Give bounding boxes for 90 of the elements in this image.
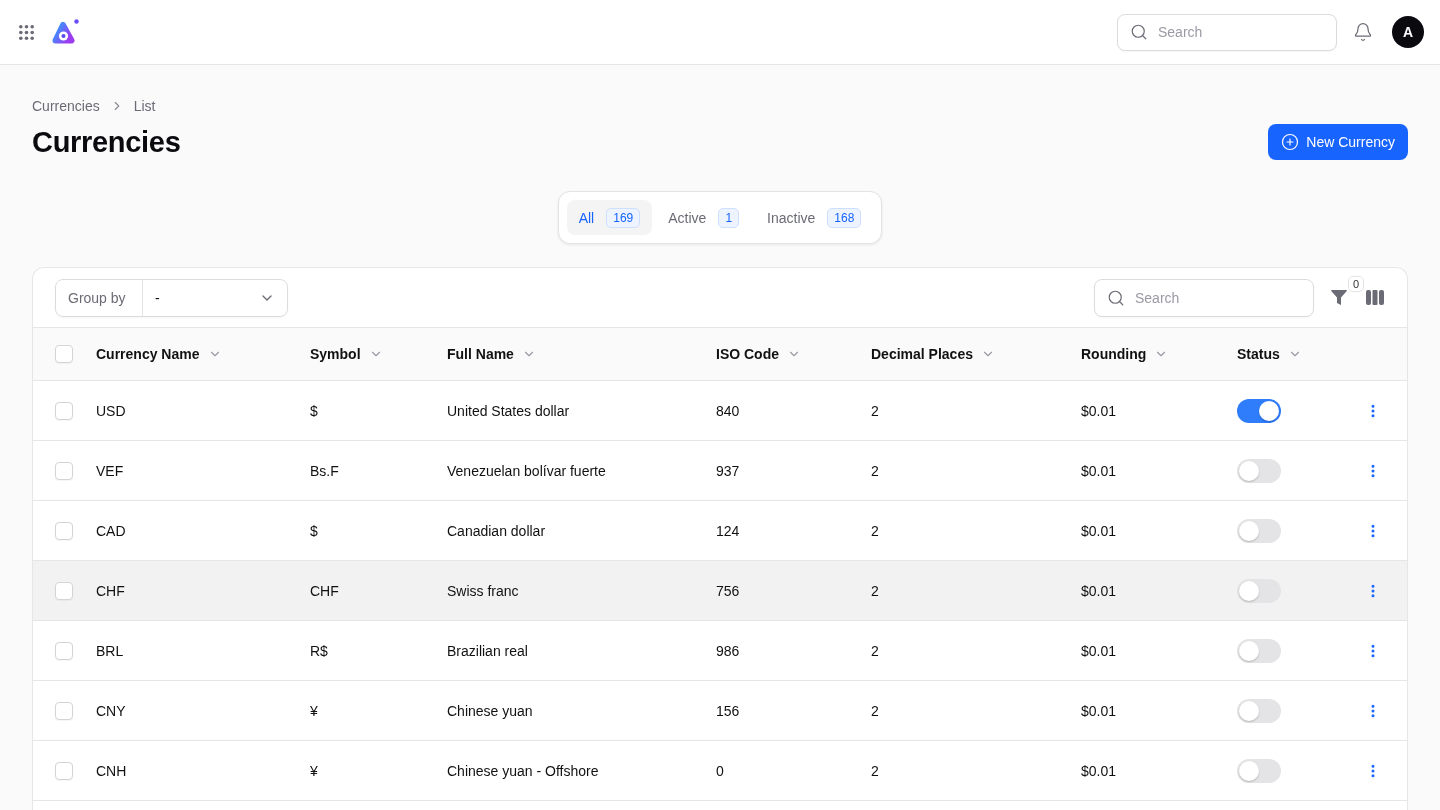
row-checkbox[interactable] <box>55 401 73 420</box>
table-cell: Swiss franc <box>447 582 519 599</box>
status-toggle[interactable] <box>1237 458 1281 483</box>
row-checkbox[interactable] <box>55 641 73 660</box>
table-row[interactable]: CHF CHF Swiss franc 756 2 $0.01 <box>33 561 1407 621</box>
row-checkbox[interactable] <box>55 761 73 780</box>
table-cell: $ <box>310 522 318 539</box>
table-cell: $ <box>310 402 318 419</box>
status-toggle[interactable] <box>1237 518 1281 543</box>
logo-icon[interactable] <box>52 19 79 45</box>
table-cell: 2 <box>871 762 879 779</box>
table-cell: 156 <box>716 702 740 719</box>
table-cell: $0.01 <box>1081 462 1117 479</box>
page-title: Currencies <box>32 125 181 159</box>
table-cell: United States dollar <box>447 402 570 419</box>
plus-circle-icon <box>1281 133 1300 151</box>
table-cell: $0.01 <box>1081 582 1117 599</box>
column-header[interactable]: Status <box>1237 346 1302 362</box>
table-cell: $0.01 <box>1081 642 1117 659</box>
table-cell: 2 <box>871 522 879 539</box>
table-cell: $0.01 <box>1081 402 1117 419</box>
table-cell: ¥ <box>310 702 318 719</box>
status-toggle[interactable] <box>1237 578 1281 603</box>
table-cell: Chinese yuan <box>447 702 533 719</box>
table-cell: 124 <box>716 522 740 539</box>
table-cell: $0.01 <box>1081 522 1117 539</box>
table-cell: VEF <box>96 462 124 479</box>
table-cell: 937 <box>716 462 740 479</box>
avatar[interactable]: A <box>1392 16 1424 48</box>
search-field[interactable]: Search <box>1117 13 1337 51</box>
breadcrumb-link[interactable]: Currencies <box>32 98 100 114</box>
table-cell: $0.01 <box>1081 702 1117 719</box>
table-cell: BRL <box>96 642 124 659</box>
status-toggle[interactable] <box>1237 638 1281 663</box>
column-header[interactable]: Full Name <box>447 346 536 362</box>
table-cell: CHF <box>310 582 339 599</box>
filter-icon[interactable] <box>1330 289 1348 306</box>
count-badge: 169 <box>606 207 641 228</box>
search-icon <box>1130 23 1148 41</box>
table-cell: 2 <box>871 402 879 419</box>
table-cell: Chinese yuan - Offshore <box>447 762 599 779</box>
table-cell: 2 <box>871 462 879 479</box>
table-search-field[interactable]: Search <box>1094 278 1314 317</box>
table-cell: 2 <box>871 702 879 719</box>
row-checkbox[interactable] <box>55 521 73 540</box>
filter-tab[interactable]: Inactive 168 <box>755 200 874 235</box>
breadcrumb-link[interactable]: List <box>133 98 156 114</box>
filter-tab[interactable]: Active 1 <box>656 200 752 235</box>
columns-icon[interactable] <box>1366 290 1384 305</box>
table-cell: 0 <box>716 762 724 779</box>
filter-tab[interactable]: All 169 <box>566 200 653 235</box>
table-cell: 2 <box>871 582 879 599</box>
group-by-label: Group by <box>56 279 143 316</box>
table-cell: Venezuelan bolívar fuerte <box>447 462 606 479</box>
select-all-checkbox[interactable] <box>55 345 73 363</box>
count-badge: 1 <box>718 207 740 228</box>
column-header[interactable]: Symbol <box>310 346 383 362</box>
table-cell: 2 <box>871 642 879 659</box>
table-cell: 840 <box>716 402 740 419</box>
table-cell: 756 <box>716 582 740 599</box>
column-header[interactable]: Currency Name <box>96 346 222 362</box>
table-cell: CNY <box>96 702 126 719</box>
filter-count-badge: 0 <box>1348 276 1364 292</box>
apps-grid-icon[interactable] <box>19 24 34 40</box>
group-by-dropdown[interactable]: - <box>143 279 287 316</box>
table-cell: CAD <box>96 522 126 539</box>
status-toggle[interactable] <box>1237 698 1281 723</box>
table-cell: Canadian dollar <box>447 522 546 539</box>
row-checkbox[interactable] <box>55 701 73 720</box>
table-cell: CNH <box>96 762 127 779</box>
row-checkbox[interactable] <box>55 581 73 600</box>
column-header[interactable]: Decimal Places <box>871 346 995 362</box>
table-cell: Bs.F <box>310 462 339 479</box>
row-checkbox[interactable] <box>55 461 73 480</box>
bell-icon[interactable] <box>1353 22 1373 42</box>
table-cell: 986 <box>716 642 740 659</box>
table-cell: USD <box>96 402 126 419</box>
search-icon <box>1107 288 1125 307</box>
table-cell: ¥ <box>310 762 318 779</box>
group-by-select[interactable]: Group by - <box>55 278 288 317</box>
table-cell: R$ <box>310 642 328 659</box>
status-toggle[interactable] <box>1237 758 1281 783</box>
status-toggle[interactable] <box>1237 398 1281 423</box>
table-cell: $0.01 <box>1081 762 1117 779</box>
column-header[interactable]: ISO Code <box>716 346 801 362</box>
count-badge: 168 <box>827 207 862 228</box>
new-currency-button[interactable]: New Currency <box>1268 124 1408 160</box>
table-cell: Brazilian real <box>447 642 528 659</box>
column-header[interactable]: Rounding <box>1081 346 1169 362</box>
table-cell: CHF <box>96 582 125 599</box>
